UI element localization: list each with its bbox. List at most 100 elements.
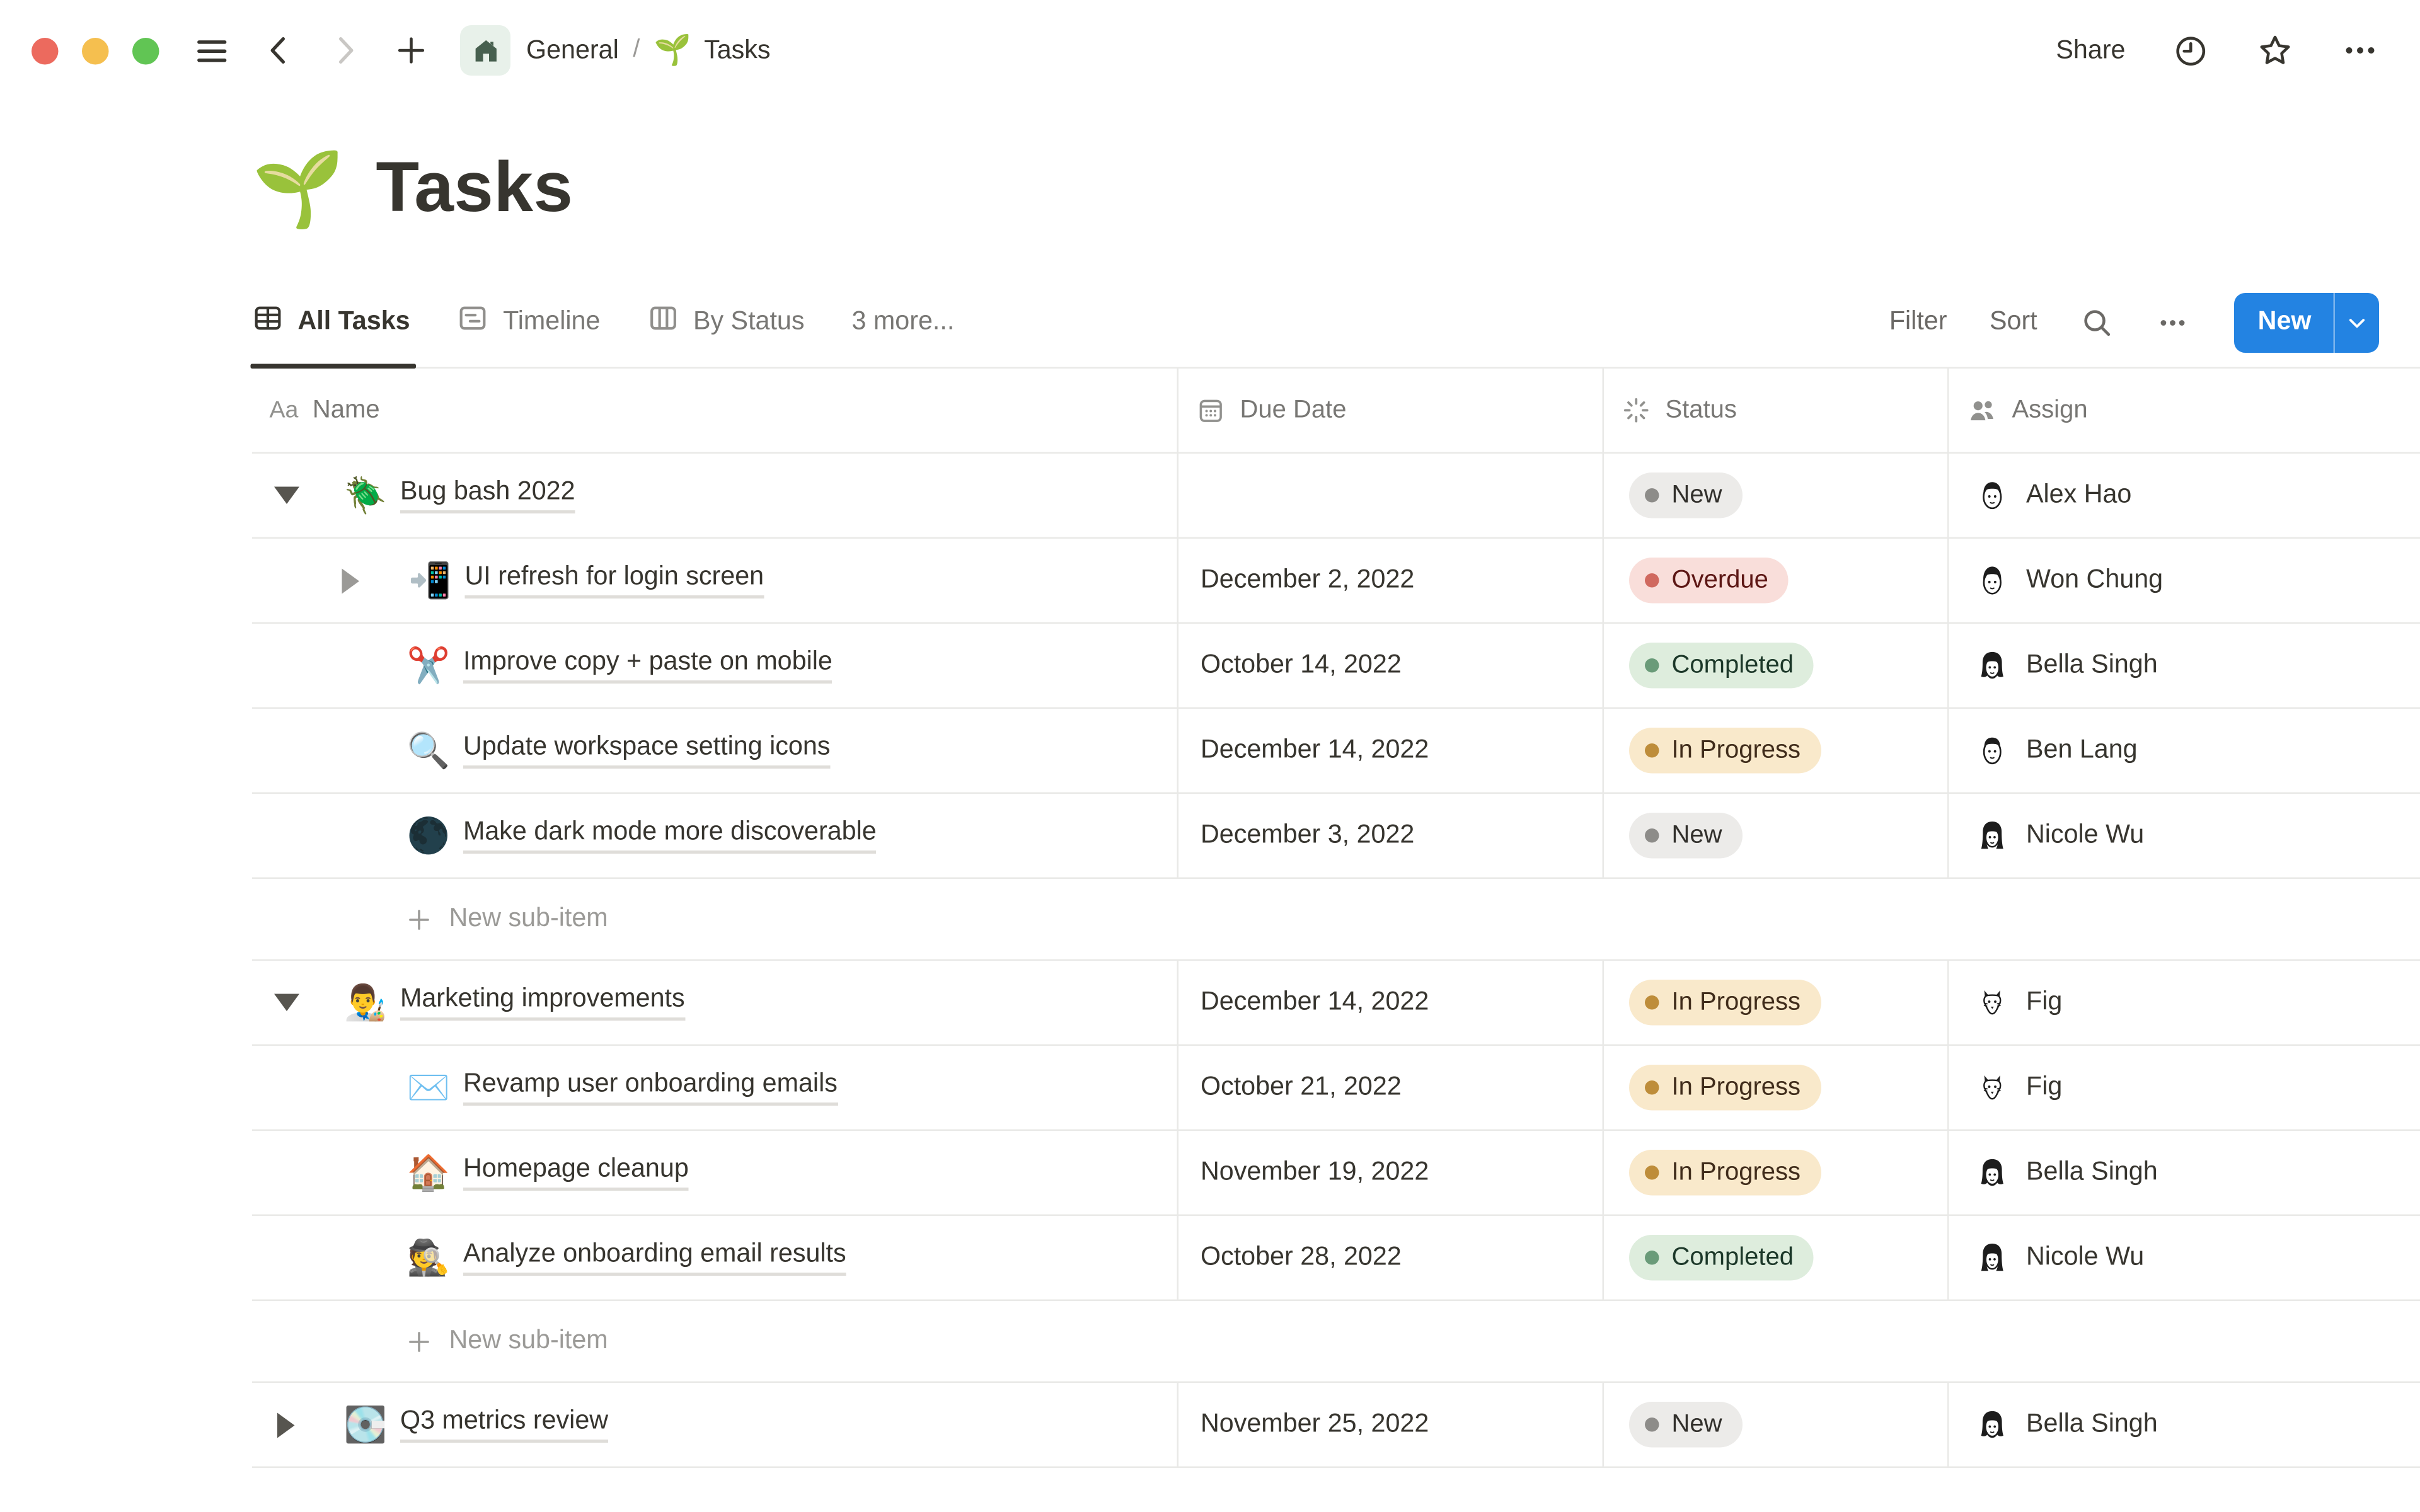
assign-cell[interactable]: Fig — [1949, 961, 2420, 1045]
more-views-button[interactable]: 3 more... — [852, 307, 955, 338]
due-date-cell[interactable]: November 25, 2022 — [1178, 1383, 1604, 1467]
status-badge: In Progress — [1629, 1150, 1821, 1196]
window-minimize-button[interactable] — [82, 37, 109, 64]
name-cell[interactable]: 🪲 Bug bash 2022 — [252, 454, 1178, 537]
status-cell[interactable]: In Progress — [1604, 709, 1949, 793]
page-emoji[interactable]: 🌱 — [252, 151, 344, 225]
new-page-plus-icon[interactable] — [394, 33, 429, 68]
status-cell[interactable]: New — [1604, 454, 1949, 537]
table-row: ✉️ Revamp user onboarding emails October… — [252, 1046, 2420, 1131]
status-cell[interactable]: New — [1604, 1383, 1949, 1467]
name-cell[interactable]: 👨‍🎨 Marketing improvements — [252, 961, 1178, 1045]
assign-cell[interactable]: Fig — [1949, 1046, 2420, 1130]
due-date-cell[interactable]: November 19, 2022 — [1178, 1131, 1604, 1215]
new-sub-item-row[interactable]: New sub-item — [252, 1301, 2420, 1383]
assign-cell[interactable]: Alex Hao — [1949, 454, 2420, 537]
assign-cell[interactable]: Bella Singh — [1949, 624, 2420, 707]
filter-button[interactable]: Filter — [1889, 307, 1947, 338]
due-date-cell[interactable]: December 14, 2022 — [1178, 709, 1604, 793]
page-title[interactable]: Tasks — [376, 147, 573, 229]
name-cell[interactable]: 💽 Q3 metrics review — [252, 1383, 1178, 1467]
task-name-link[interactable]: Bug bash 2022 — [400, 478, 575, 513]
breadcrumb-teamspace[interactable]: General — [526, 35, 619, 66]
status-cell[interactable]: In Progress — [1604, 961, 1949, 1045]
name-cell[interactable]: ✂️ Improve copy + paste on mobile — [252, 624, 1178, 707]
window-zoom-button[interactable] — [132, 37, 159, 64]
table-row: 🕵️ Analyze onboarding email results Octo… — [252, 1216, 2420, 1301]
plus-icon — [405, 1327, 434, 1355]
nav-back-icon[interactable] — [262, 33, 296, 68]
toggle-expand-icon[interactable] — [273, 482, 300, 509]
view-options-icon[interactable] — [2157, 306, 2189, 338]
status-cell[interactable]: Completed — [1604, 1216, 1949, 1300]
avatar — [1976, 819, 2009, 852]
tab-all-tasks[interactable]: All Tasks — [250, 277, 417, 369]
name-cell[interactable]: 🌑 Make dark mode more discoverable — [252, 794, 1178, 878]
breadcrumb-page[interactable]: Tasks — [704, 35, 770, 66]
column-header-assign[interactable]: Assign — [1949, 369, 2420, 452]
due-date-cell[interactable]: December 2, 2022 — [1178, 539, 1604, 622]
column-header-due-date[interactable]: Due Date — [1178, 369, 1604, 452]
name-cell[interactable]: 🏠 Homepage cleanup — [252, 1131, 1178, 1215]
name-cell[interactable]: ✉️ Revamp user onboarding emails — [252, 1046, 1178, 1130]
task-emoji: 👨‍🎨 — [343, 982, 388, 1022]
toggle-expand-icon[interactable] — [273, 1411, 300, 1438]
task-name-link[interactable]: Make dark mode more discoverable — [463, 818, 877, 854]
name-cell[interactable]: 📲 UI refresh for login screen — [252, 539, 1178, 622]
window-close-button[interactable] — [32, 37, 59, 64]
toggle-expand-icon[interactable] — [273, 989, 300, 1016]
column-header-name[interactable]: Aa Name — [252, 369, 1178, 452]
sidebar-menu-icon[interactable] — [194, 32, 231, 69]
table-row: 💽 Q3 metrics review November 25, 2022 Ne… — [252, 1383, 2420, 1468]
assign-cell[interactable]: Ben Lang — [1949, 709, 2420, 793]
task-name-link[interactable]: Analyze onboarding email results — [463, 1240, 846, 1276]
assignee-name: Fig — [2026, 987, 2063, 1016]
task-name-link[interactable]: Update workspace setting icons — [463, 733, 831, 769]
chevron-down-icon[interactable] — [2335, 292, 2379, 352]
assign-cell[interactable]: Nicole Wu — [1949, 1216, 2420, 1300]
status-cell[interactable]: In Progress — [1604, 1046, 1949, 1130]
task-name-link[interactable]: Improve copy + paste on mobile — [463, 648, 833, 684]
task-emoji: 🏠 — [406, 1152, 451, 1192]
table-view-icon — [252, 302, 284, 342]
assign-cell[interactable]: Bella Singh — [1949, 1131, 2420, 1215]
due-date-cell[interactable]: October 28, 2022 — [1178, 1216, 1604, 1300]
table-row: 📲 UI refresh for login screen December 2… — [252, 539, 2420, 624]
due-date-cell[interactable] — [1178, 454, 1604, 537]
favorite-star-icon[interactable] — [2256, 32, 2294, 69]
due-date-cell[interactable]: December 14, 2022 — [1178, 961, 1604, 1045]
assign-cell[interactable]: Nicole Wu — [1949, 794, 2420, 878]
column-header-status[interactable]: Status — [1604, 369, 1949, 452]
status-cell[interactable]: New — [1604, 794, 1949, 878]
assign-cell[interactable]: Bella Singh — [1949, 1383, 2420, 1467]
status-cell[interactable]: In Progress — [1604, 1131, 1949, 1215]
more-options-icon[interactable] — [2341, 32, 2379, 69]
new-button[interactable]: New — [2234, 292, 2379, 352]
search-icon[interactable] — [2080, 305, 2114, 340]
tab-timeline[interactable]: Timeline — [458, 277, 600, 367]
task-emoji: 🪲 — [343, 474, 388, 515]
due-date-cell[interactable]: October 14, 2022 — [1178, 624, 1604, 707]
status-cell[interactable]: Overdue — [1604, 539, 1949, 622]
updates-clock-icon[interactable] — [2173, 32, 2210, 69]
due-date-cell[interactable]: October 21, 2022 — [1178, 1046, 1604, 1130]
tab-by-status[interactable]: By Status — [647, 277, 805, 367]
name-cell[interactable]: 🔍 Update workspace setting icons — [252, 709, 1178, 793]
breadcrumb-home-icon[interactable] — [460, 25, 510, 76]
share-button[interactable]: Share — [2056, 35, 2125, 66]
task-name-link[interactable]: UI refresh for login screen — [464, 563, 764, 598]
assignee-name: Alex Hao — [2026, 480, 2132, 509]
toggle-expand-icon[interactable] — [337, 567, 364, 594]
status-badge: In Progress — [1629, 1065, 1821, 1111]
due-date-cell[interactable]: December 3, 2022 — [1178, 794, 1604, 878]
task-name-link[interactable]: Homepage cleanup — [463, 1155, 689, 1191]
task-name-link[interactable]: Marketing improvements — [400, 985, 685, 1021]
task-name-link[interactable]: Q3 metrics review — [400, 1407, 609, 1443]
nav-forward-icon[interactable] — [328, 33, 362, 68]
sort-button[interactable]: Sort — [1990, 307, 2037, 338]
name-cell[interactable]: 🕵️ Analyze onboarding email results — [252, 1216, 1178, 1300]
assign-cell[interactable]: Won Chung — [1949, 539, 2420, 622]
status-cell[interactable]: Completed — [1604, 624, 1949, 707]
new-sub-item-row[interactable]: New sub-item — [252, 879, 2420, 961]
task-name-link[interactable]: Revamp user onboarding emails — [463, 1070, 838, 1106]
